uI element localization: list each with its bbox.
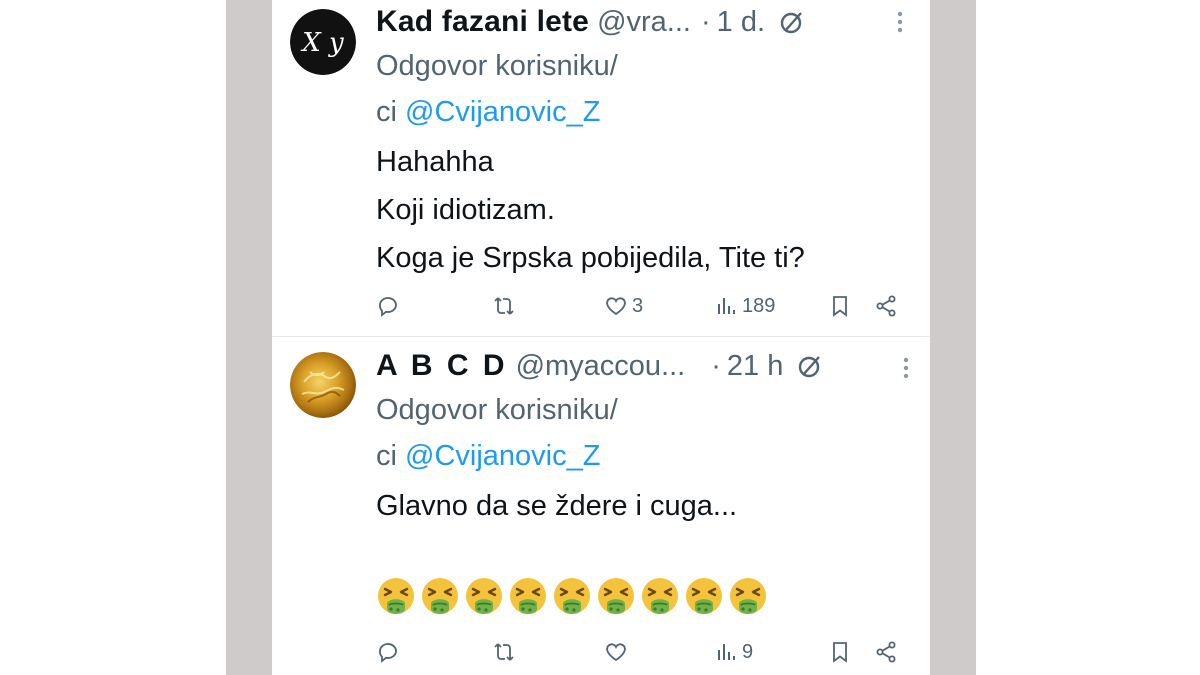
nauseated-face-emoji-icon xyxy=(422,578,458,614)
avatar[interactable]: X y xyxy=(290,9,356,75)
tweet-1[interactable]: X y Kad fazani lete @vra... · 1 d. Odgov… xyxy=(272,0,930,337)
avatar[interactable] xyxy=(290,352,356,418)
right-gray-margin xyxy=(930,0,976,675)
display-name[interactable]: A B C D xyxy=(376,349,508,383)
timestamp[interactable]: 1 d. xyxy=(717,6,765,39)
tweet-actions: 3 189 xyxy=(376,288,896,324)
reply-feed: X y Kad fazani lete @vra... · 1 d. Odgov… xyxy=(272,0,930,675)
like-button[interactable]: 3 xyxy=(604,288,643,324)
left-gray-margin xyxy=(226,0,272,675)
view-count: 9 xyxy=(742,640,754,663)
share-button[interactable] xyxy=(874,634,898,670)
share-button[interactable] xyxy=(874,288,898,324)
reply-icon xyxy=(379,297,397,317)
tweet-header: A B C D @myaccou... · 21 h xyxy=(376,346,916,386)
separator-dot: · xyxy=(700,5,711,38)
reply-context-line-1: Odgovor korisniku/ xyxy=(376,394,618,426)
share-icon xyxy=(876,641,896,663)
repost-button[interactable] xyxy=(492,288,516,324)
nauseated-face-emoji-icon xyxy=(598,578,634,614)
tweet-text-line: Koga je Srpska pobijedila, Tite ti? xyxy=(376,242,805,274)
nauseated-face-emoji-icon xyxy=(642,578,678,614)
bookmark-icon xyxy=(833,642,847,663)
share-icon xyxy=(876,295,896,317)
like-count: 3 xyxy=(632,294,644,317)
reply-button[interactable] xyxy=(376,634,400,670)
emoji-row xyxy=(376,576,768,616)
reply-context-suffix: ci xyxy=(376,440,397,472)
heart-icon xyxy=(606,643,626,662)
heart-icon xyxy=(606,297,626,316)
more-options-icon[interactable] xyxy=(892,354,920,382)
grok-icon[interactable] xyxy=(797,353,823,379)
xy-logo-avatar-icon: X y xyxy=(290,9,356,75)
like-button[interactable] xyxy=(604,634,632,670)
reply-context-line-2: ci @Cvijanovic_Z xyxy=(376,430,600,482)
nauseated-face-emoji-icon xyxy=(686,578,722,614)
user-handle[interactable]: @vra... xyxy=(597,6,691,39)
tweet-actions: 9 xyxy=(376,634,896,670)
tweet-text-line: Koji idiotizam. xyxy=(376,194,555,226)
mention-link[interactable]: @Cvijanovic_Z xyxy=(405,96,600,128)
mention-link[interactable]: @Cvijanovic_Z xyxy=(405,440,600,472)
tweet-text-line: Hahahha xyxy=(376,146,494,178)
svg-text:X y: X y xyxy=(300,28,344,58)
reply-icon xyxy=(379,643,397,663)
reply-button[interactable] xyxy=(376,288,400,324)
user-handle[interactable]: @myaccou... xyxy=(516,350,686,383)
views-button[interactable]: 9 xyxy=(714,634,753,670)
reply-context-line-1: Odgovor korisniku/ xyxy=(376,50,618,82)
display-name[interactable]: Kad fazani lete xyxy=(376,5,589,39)
bookmark-button[interactable] xyxy=(828,288,852,324)
bookmark-button[interactable] xyxy=(828,634,852,670)
bookmark-icon xyxy=(833,296,847,317)
grok-icon[interactable] xyxy=(779,9,805,35)
gold-texture-avatar-icon xyxy=(290,352,356,418)
nauseated-face-emoji-icon xyxy=(730,578,766,614)
separator-dot: · xyxy=(711,349,721,382)
tweet-header: Kad fazani lete @vra... · 1 d. xyxy=(376,2,916,42)
reply-context-suffix: ci xyxy=(376,96,397,128)
nauseated-face-emoji-icon xyxy=(378,578,414,614)
more-options-icon[interactable] xyxy=(886,8,914,36)
repost-icon xyxy=(494,643,514,661)
nauseated-face-emoji-icon xyxy=(554,578,590,614)
analytics-icon xyxy=(718,298,735,314)
view-count: 189 xyxy=(742,294,776,317)
analytics-icon xyxy=(718,644,735,660)
repost-icon xyxy=(494,297,514,315)
nauseated-face-emoji-icon xyxy=(510,578,546,614)
tweet-text-line: Glavno da se ždere i cuga... xyxy=(376,490,738,522)
repost-button[interactable] xyxy=(492,634,516,670)
nauseated-face-emoji-icon xyxy=(466,578,502,614)
timestamp[interactable]: 21 h xyxy=(727,350,783,383)
reply-context-line-2: ci @Cvijanovic_Z xyxy=(376,86,600,138)
views-button[interactable]: 189 xyxy=(714,288,775,324)
